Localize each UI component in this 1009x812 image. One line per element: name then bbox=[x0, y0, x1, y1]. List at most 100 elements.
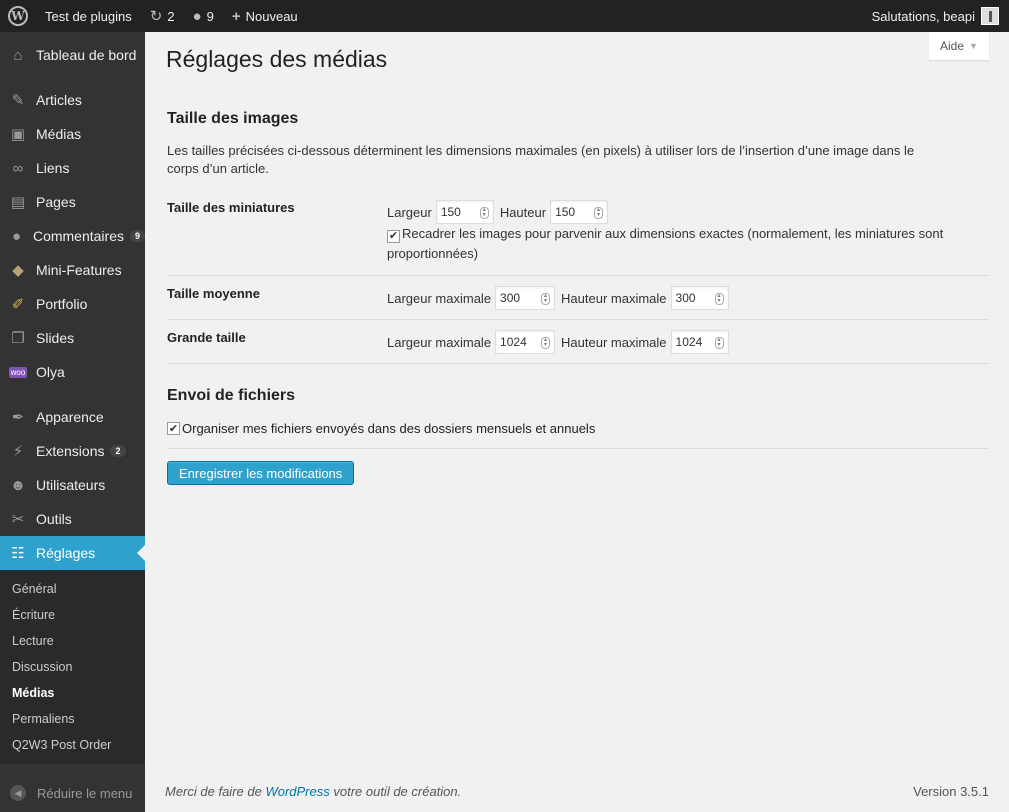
new-content-link[interactable]: + Nouveau bbox=[223, 0, 307, 32]
medium-width-input[interactable]: 300 ▴ ▾ bbox=[495, 286, 556, 310]
sidebar-item-label: Commentaires bbox=[32, 228, 124, 244]
sidebar-item-dashboard[interactable]: ⌂ Tableau de bord bbox=[0, 38, 145, 72]
spinner-icon[interactable]: ▴ ▾ bbox=[541, 337, 551, 349]
submenu-item-q2w3-post-order[interactable]: Q2W3 Post Order bbox=[0, 732, 145, 758]
row-divider bbox=[167, 319, 989, 320]
menu-separator bbox=[0, 72, 145, 83]
main-content: Aide ▼ Réglages des médias Taille des im… bbox=[145, 32, 1009, 812]
collapse-arrow-icon: ◀ bbox=[10, 785, 26, 801]
sidebar-item-utilisateurs[interactable]: ☻ Utilisateurs bbox=[0, 468, 145, 502]
sidebar-item-reglages[interactable]: ☷ Réglages bbox=[0, 536, 145, 570]
sidebar-item-label: Liens bbox=[36, 160, 70, 176]
thumbnail-height-input[interactable]: 150 ▴ ▾ bbox=[550, 200, 609, 224]
spinner-icon[interactable]: ▴ ▾ bbox=[541, 293, 551, 305]
large-width-label: Largeur maximale bbox=[387, 334, 492, 350]
sidebar-item-extensions[interactable]: ⚡ Extensions 2 bbox=[0, 434, 145, 468]
large-height-input[interactable]: 1024 ▴ ▾ bbox=[670, 330, 729, 354]
row-divider bbox=[167, 275, 989, 276]
wordpress-link[interactable]: WordPress bbox=[265, 784, 329, 799]
sidebar-item-label: Médias bbox=[36, 126, 82, 142]
user-icon: ☻ bbox=[10, 476, 26, 494]
sidebar-item-olya[interactable]: woo Olya bbox=[0, 355, 145, 389]
collapse-label: Réduire le menu bbox=[37, 785, 133, 801]
medium-height-value: 300 bbox=[675, 291, 696, 305]
comments-count: 9 bbox=[206, 8, 214, 24]
save-changes-button[interactable]: Enregistrer les modifications bbox=[167, 461, 355, 485]
submenu-item-discussion[interactable]: Discussion bbox=[0, 654, 145, 680]
site-name-link[interactable]: Test de plugins bbox=[36, 0, 141, 32]
uploads-option: ✔ Organiser mes fichiers envoyés dans de… bbox=[167, 421, 595, 436]
updates-link[interactable]: ↻ 2 bbox=[141, 0, 184, 32]
sidebar-item-label: Slides bbox=[36, 330, 75, 346]
link-icon: ∞ bbox=[12, 159, 24, 177]
slides-icon: ❐ bbox=[11, 330, 25, 347]
sidebar-item-label: Articles bbox=[36, 92, 82, 108]
sidebar-item-label: Réglages bbox=[36, 545, 96, 561]
comments-count-badge: 9 bbox=[129, 230, 145, 242]
medium-size-label: Taille moyenne bbox=[167, 286, 260, 301]
large-size-label: Grande taille bbox=[167, 330, 246, 345]
sidebar-item-liens[interactable]: ∞ Liens bbox=[0, 151, 145, 185]
medium-height-label: Hauteur maximale bbox=[561, 290, 667, 306]
help-label: Aide bbox=[940, 39, 965, 53]
large-width-value: 1024 bbox=[500, 335, 527, 349]
footer-thanks: Merci de faire de WordPress votre outil … bbox=[165, 784, 461, 799]
thumbnail-width-label: Largeur bbox=[387, 204, 432, 220]
sidebar-item-pages[interactable]: ▤ Pages bbox=[0, 185, 145, 219]
help-tab-button[interactable]: Aide ▼ bbox=[929, 32, 989, 60]
sidebar-item-label: Outils bbox=[36, 511, 72, 527]
greeting: Salutations, beapi bbox=[871, 8, 975, 24]
crop-checkbox[interactable]: ✔ bbox=[387, 229, 400, 243]
sidebar-item-apparence[interactable]: ✒ Apparence bbox=[0, 400, 145, 434]
appearance-icon: ✒ bbox=[11, 409, 25, 426]
large-width-input[interactable]: 1024 ▴ ▾ bbox=[495, 330, 556, 354]
large-size-fields: Largeur maximale 1024 ▴ ▾ Hauteur maximal… bbox=[387, 330, 735, 354]
sidebar-item-medias[interactable]: ▣ Médias bbox=[0, 117, 145, 151]
submenu-item-permaliens[interactable]: Permaliens bbox=[0, 706, 145, 732]
medium-width-value: 300 bbox=[500, 291, 521, 305]
my-account-link[interactable]: Salutations, beapi bbox=[863, 0, 1009, 32]
spinner-icon[interactable]: ▴ ▾ bbox=[479, 207, 489, 219]
footer-thanks-after: votre outil de création. bbox=[329, 784, 462, 799]
spinner-icon[interactable]: ▴ ▾ bbox=[594, 207, 604, 219]
spinner-icon[interactable]: ▴ ▾ bbox=[714, 337, 724, 349]
submenu-item-ecriture[interactable]: Écriture bbox=[0, 602, 145, 628]
avatar bbox=[981, 7, 999, 25]
pin-icon: ✎ bbox=[11, 92, 25, 109]
sidebar-item-outils[interactable]: ✂ Outils bbox=[0, 502, 145, 536]
comment-icon: ● bbox=[11, 227, 21, 245]
sidebar-item-label: Mini-Features bbox=[36, 262, 122, 278]
collapse-menu-button[interactable]: ◀ Réduire le menu bbox=[0, 778, 132, 808]
media-icon: ▣ bbox=[10, 126, 26, 143]
submenu-item-lecture[interactable]: Lecture bbox=[0, 628, 145, 654]
medium-height-input[interactable]: 300 ▴ ▾ bbox=[670, 286, 729, 310]
admin-bar: W Test de plugins ↻ 2 ● 9 + Nouveau Salu… bbox=[0, 0, 1009, 32]
submenu-item-medias[interactable]: Médias bbox=[0, 680, 145, 706]
section-description: Les tailles précisées ci-dessous détermi… bbox=[167, 143, 915, 176]
settings-submenu: Général Écriture Lecture Discussion Médi… bbox=[0, 570, 145, 764]
settings-icon: ☷ bbox=[11, 545, 25, 562]
comments-link[interactable]: ● 9 bbox=[184, 0, 223, 32]
sidebar-item-portfolio[interactable]: ✐ Portfolio bbox=[0, 287, 145, 321]
thumbnail-size-fields: Largeur 150 ▴ ▾ Hauteur 150 ▴ ▾ bbox=[387, 200, 614, 224]
wordpress-logo-icon[interactable]: W bbox=[0, 0, 36, 32]
submenu-item-general[interactable]: Général bbox=[0, 576, 145, 602]
dashboard-icon: ⌂ bbox=[13, 46, 23, 64]
sidebar-item-articles[interactable]: ✎ Articles bbox=[0, 83, 145, 117]
footer-thanks-before: Merci de faire de bbox=[165, 784, 266, 799]
uploads-folders-checkbox[interactable]: ✔ bbox=[167, 422, 180, 435]
sidebar-item-label: Pages bbox=[36, 194, 76, 210]
refresh-icon: ↻ bbox=[149, 8, 163, 25]
thumbnail-size-label: Taille des miniatures bbox=[167, 200, 295, 215]
wrench-icon: ✂ bbox=[11, 511, 25, 528]
sidebar-item-label: Olya bbox=[36, 364, 65, 380]
sidebar-item-mini-features[interactable]: ◆ Mini-Features bbox=[0, 253, 145, 287]
thumbnail-height-value: 150 bbox=[555, 205, 576, 219]
sidebar-item-slides[interactable]: ❐ Slides bbox=[0, 321, 145, 355]
plus-icon: + bbox=[231, 7, 241, 25]
spinner-icon[interactable]: ▴ ▾ bbox=[714, 293, 724, 305]
box-icon: ◆ bbox=[12, 262, 24, 279]
section-title-image-sizes: Taille des images bbox=[167, 110, 299, 127]
sidebar-item-commentaires[interactable]: ● Commentaires 9 bbox=[0, 219, 145, 253]
thumbnail-width-input[interactable]: 150 ▴ ▾ bbox=[435, 200, 494, 224]
